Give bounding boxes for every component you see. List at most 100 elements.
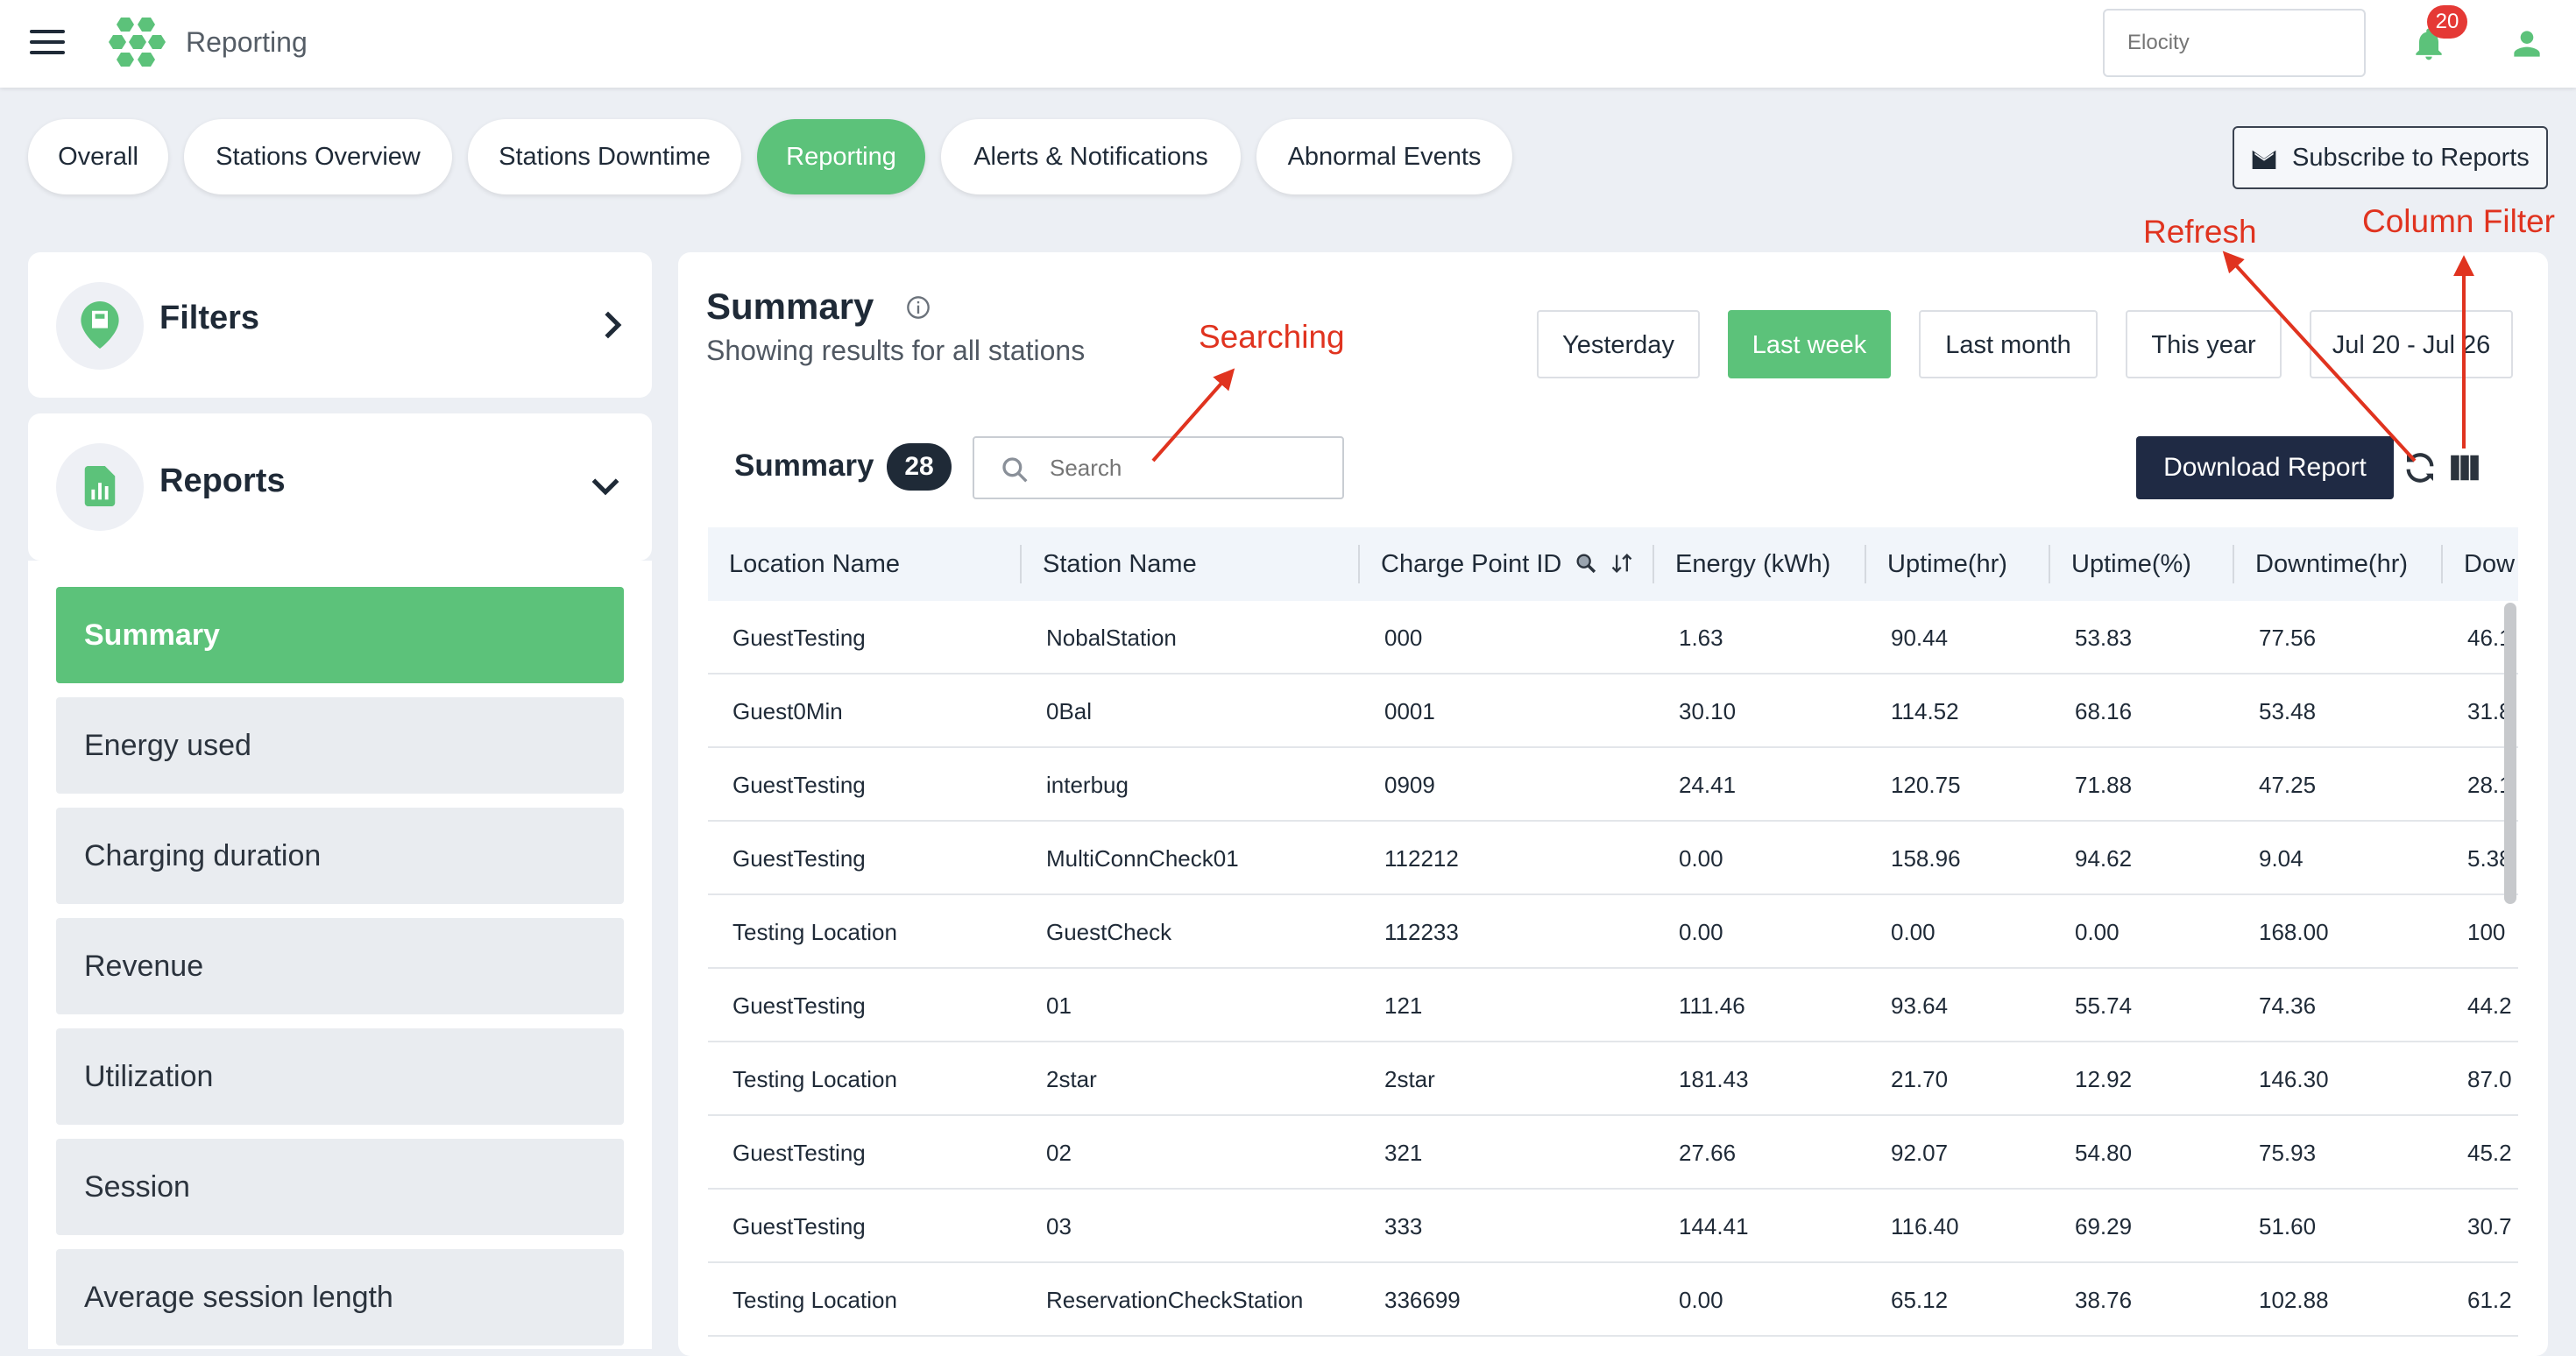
range-last-month-button[interactable]: Last month [1919, 310, 2098, 378]
table-cell: 44.2 [2467, 992, 2512, 1019]
column-header-station-name[interactable]: Station Name [1022, 527, 1197, 601]
table-cell: 0909 [1384, 772, 1435, 798]
table-scrollbar[interactable] [2504, 603, 2516, 904]
table-cell: 0001 [1384, 698, 1435, 724]
range-last-week-button[interactable]: Last week [1728, 310, 1891, 378]
refresh-icon[interactable] [2403, 448, 2438, 487]
logo-icon [109, 18, 166, 67]
table-cell: 69.29 [2075, 1213, 2133, 1239]
annotation-refresh: Refresh [2143, 214, 2257, 250]
table-cell: 71.88 [2075, 772, 2133, 798]
column-filter-icon[interactable] [2448, 450, 2481, 485]
table-cell: 45.2 [2467, 1140, 2512, 1166]
tab-abnormal-events[interactable]: Abnormal Events [1256, 119, 1512, 194]
table-cell: GuestTesting [732, 1140, 866, 1166]
report-item-session[interactable]: Session [56, 1139, 624, 1235]
report-item-revenue[interactable]: Revenue [56, 918, 624, 1014]
range-yesterday-button[interactable]: Yesterday [1537, 310, 1700, 378]
table-cell: 92.07 [1891, 1140, 1949, 1166]
table-cell: 181.43 [1679, 1066, 1749, 1092]
top-bar: Reporting 20 [0, 0, 2576, 88]
table-cell: 112233 [1384, 919, 1459, 945]
table-cell: GuestTesting [732, 625, 866, 651]
report-item-charging-duration[interactable]: Charging duration [56, 808, 624, 904]
chevron-down-icon[interactable] [591, 477, 620, 496]
table-row[interactable]: Guest0Min 0Bal 0001 30.10 114.52 68.16 53.48 31… [708, 674, 2518, 748]
column-header-downtime-percent[interactable]: Dow [2443, 527, 2515, 601]
table-cell: 5.38 [2467, 845, 2512, 872]
table-cell: 333 [1384, 1213, 1423, 1239]
column-header-charge-point-id-label: Charge Point ID [1381, 550, 1562, 578]
table-row[interactable]: Testing Location GuestCheck 112233 0.00 0.00… [708, 895, 2518, 969]
table-row[interactable]: GuestTesting MultiConnCheck01 112212 0.00 15… [708, 822, 2518, 895]
table-cell: 47.25 [2259, 772, 2317, 798]
app-title: Reporting [186, 26, 308, 58]
table-row[interactable]: GuestTesting 03 333 144.41 116.40 69.29 51.60 3… [708, 1190, 2518, 1263]
mail-icon [2252, 150, 2276, 169]
table-cell: 12.92 [2075, 1066, 2133, 1092]
table-cell: 111.46 [1679, 992, 1745, 1019]
column-header-location-name[interactable]: Location Name [708, 527, 900, 601]
table-row[interactable]: GuestTesting 02 321 27.66 92.07 54.80 75.93 45.… [708, 1116, 2518, 1190]
table-header: Location Name Station Name Charge Point … [708, 527, 2518, 601]
summary-subtitle: Showing results for all stations [706, 335, 1086, 366]
search-input[interactable] [1048, 448, 1328, 487]
range-this-year-button[interactable]: This year [2126, 310, 2282, 378]
filter-location-pin-icon [81, 301, 119, 349]
table-row[interactable]: GuestTesting interbug 0909 24.41 120.75 71.88… [708, 748, 2518, 822]
table-row[interactable]: GuestTesting 01 121 111.46 93.64 55.74 74.36 44… [708, 969, 2518, 1042]
table-cell: Testing Location [732, 919, 897, 945]
tab-stations-overview[interactable]: Stations Overview [184, 119, 452, 194]
column-header-uptime-hr[interactable]: Uptime(hr) [1866, 527, 2007, 601]
filters-panel[interactable]: Filters [28, 252, 652, 398]
subscribe-to-reports-button[interactable]: Subscribe to Reports [2233, 126, 2548, 189]
tab-overall[interactable]: Overall [28, 119, 168, 194]
table-cell: 102.88 [2259, 1287, 2329, 1313]
reports-heading: Reports [159, 463, 286, 499]
info-icon[interactable] [906, 295, 931, 320]
column-header-charge-point-id[interactable]: Charge Point ID [1360, 527, 1635, 601]
user-profile-icon[interactable] [2508, 25, 2546, 63]
table-search[interactable] [973, 436, 1344, 499]
table-row[interactable]: GuestTesting NobalStation 000 1.63 90.44 53.8… [708, 601, 2518, 674]
report-item-energy-used[interactable]: Energy used [56, 697, 624, 794]
table-cell: 77.56 [2259, 625, 2317, 651]
table-row[interactable]: Testing Location ReservationCheckStation 3… [708, 1263, 2518, 1337]
column-header-uptime-percent[interactable]: Uptime(%) [2050, 527, 2191, 601]
table-cell: 121 [1384, 992, 1423, 1019]
table-cell: 000 [1384, 625, 1423, 651]
report-item-average-session-length[interactable]: Average session length [56, 1249, 624, 1345]
table-cell: 0.00 [1679, 845, 1723, 872]
column-header-downtime-hr[interactable]: Downtime(hr) [2234, 527, 2408, 601]
column-search-icon[interactable] [1574, 551, 1598, 576]
column-header-energy[interactable]: Energy (kWh) [1654, 527, 1830, 601]
sort-icon[interactable] [1609, 551, 1635, 576]
reports-panel[interactable]: Reports [28, 413, 652, 561]
annotation-column-filter: Column Filter [2362, 203, 2555, 239]
table-cell: 168.00 [2259, 919, 2329, 945]
chevron-right-icon[interactable] [603, 310, 622, 340]
report-item-summary[interactable]: Summary [56, 587, 624, 683]
table-cell: 38.76 [2075, 1287, 2133, 1313]
report-item-utilization[interactable]: Utilization [56, 1028, 624, 1125]
menu-icon[interactable] [30, 30, 65, 58]
custom-date-range-button[interactable]: Jul 20 - Jul 26 [2310, 310, 2513, 378]
download-report-button[interactable]: Download Report [2136, 436, 2394, 499]
table-cell: 24.41 [1679, 772, 1737, 798]
table-cell: MultiConnCheck01 [1046, 845, 1239, 872]
table-cell: 68.16 [2075, 698, 2133, 724]
tab-alerts-notifications[interactable]: Alerts & Notifications [941, 119, 1241, 194]
table-row[interactable]: Testing Location 2star 2star 181.43 21.70 12.… [708, 1042, 2518, 1116]
table-cell: 158.96 [1891, 845, 1961, 872]
organization-input[interactable] [2103, 9, 2366, 77]
table-cell: 146.30 [2259, 1066, 2329, 1092]
search-icon [1002, 457, 1028, 483]
tab-reporting[interactable]: Reporting [757, 119, 925, 194]
table-cell: 51.60 [2259, 1213, 2317, 1239]
table-cell: 03 [1046, 1213, 1072, 1239]
notification-count-badge: 20 [2427, 5, 2467, 39]
table-cell: 30.10 [1679, 698, 1737, 724]
tab-stations-downtime[interactable]: Stations Downtime [468, 119, 741, 194]
table-cell: GuestCheck [1046, 919, 1172, 945]
table-cell: 9.04 [2259, 845, 2304, 872]
